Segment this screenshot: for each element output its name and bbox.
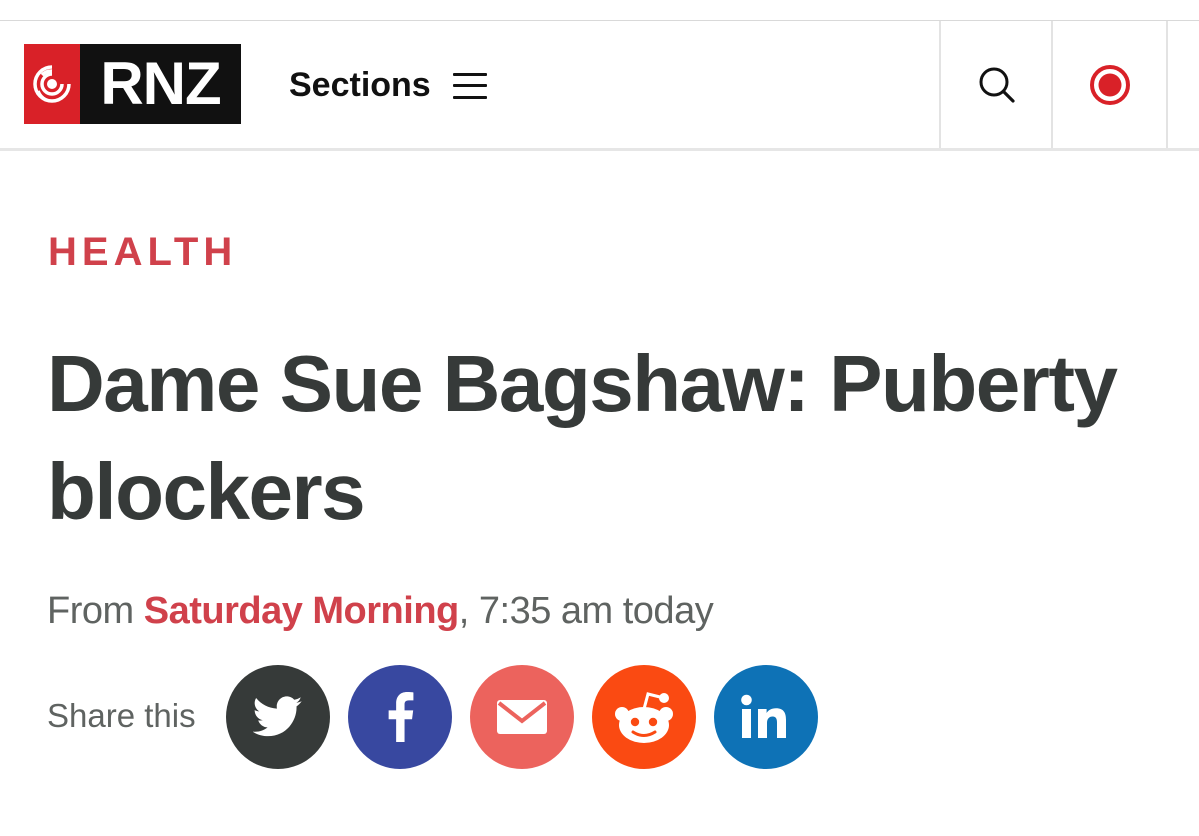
share-facebook-button[interactable]	[348, 665, 452, 769]
article-byline: From Saturday Morning, 7:35 am today	[47, 590, 714, 633]
share-label: Share this	[47, 697, 196, 734]
rnz-logo[interactable]: RNZ	[24, 44, 241, 124]
program-link[interactable]: Saturday Morning	[144, 590, 460, 632]
byline-separator: ,	[458, 590, 470, 632]
hamburger-menu-icon	[452, 72, 487, 99]
share-linkedin-button[interactable]	[714, 665, 818, 769]
sections-label: Sections	[289, 66, 431, 104]
sections-menu-button[interactable]: Sections	[289, 66, 487, 105]
linkedin-icon	[741, 694, 786, 738]
reddit-alien-icon	[615, 692, 673, 743]
share-email-button[interactable]	[470, 665, 574, 769]
facebook-icon	[388, 692, 414, 742]
logo-wordmark: RNZ	[100, 50, 221, 117]
share-twitter-button[interactable]	[226, 665, 330, 769]
live-radio-button[interactable]	[1051, 21, 1168, 148]
article-headline: Dame Sue Bagshaw: Puberty blockers	[47, 339, 1118, 536]
rnz-logo-icon	[24, 44, 80, 124]
share-reddit-button[interactable]	[592, 665, 696, 769]
header-divider	[0, 148, 1199, 151]
publish-time: 7:35 am today	[478, 590, 714, 632]
search-icon	[979, 67, 1015, 103]
twitter-bird-icon	[253, 696, 303, 737]
envelope-icon	[497, 700, 547, 734]
live-radio-icon	[1089, 64, 1130, 105]
search-button[interactable]	[939, 21, 1053, 148]
byline-from: From	[47, 590, 134, 632]
article-category[interactable]: HEALTH	[48, 230, 237, 275]
